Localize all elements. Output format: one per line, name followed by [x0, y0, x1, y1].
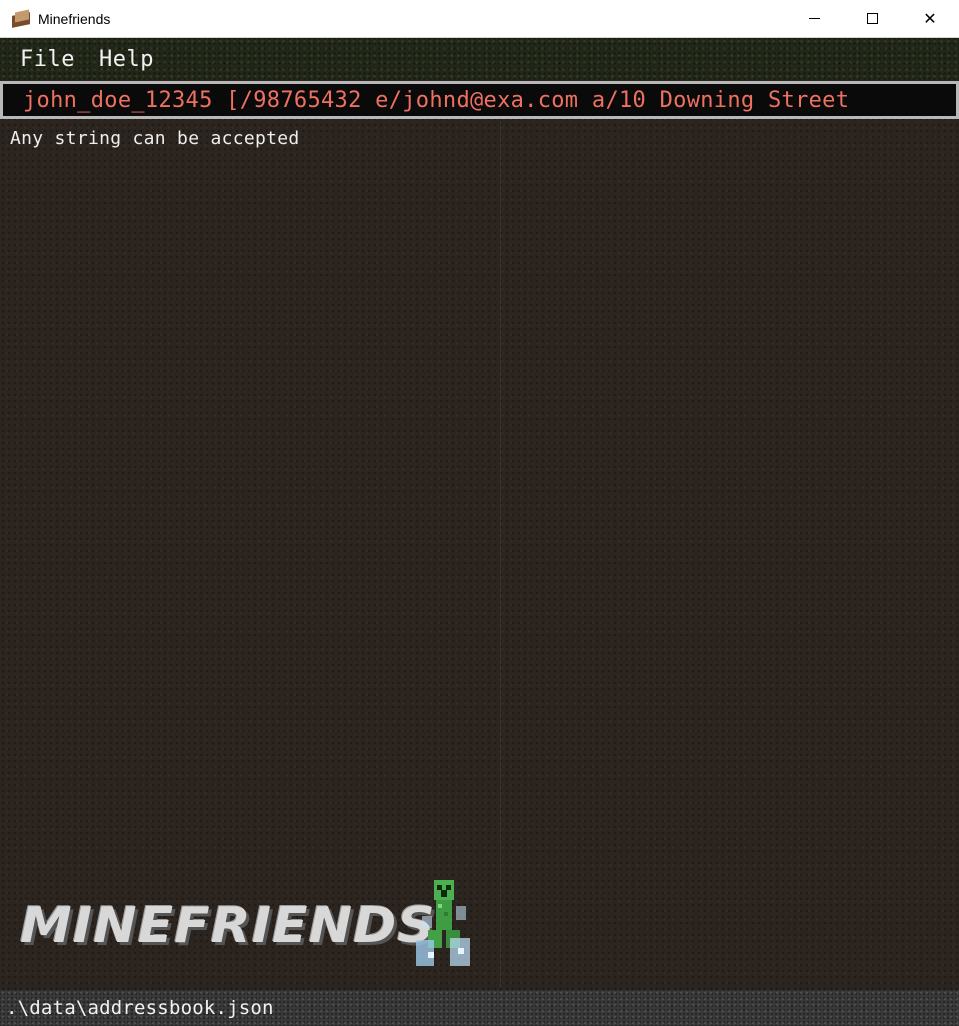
- result-message: Any string can be accepted: [10, 128, 300, 149]
- detail-panel: [501, 122, 959, 988]
- main-content: File Help Any string can be accepted MIN…: [0, 38, 959, 1026]
- minefriends-logo: MINEFRIENDS: [20, 897, 436, 955]
- app-window: Minefriends ✕ File Help Any string can b…: [0, 0, 959, 1026]
- save-location-path: .\data\addressbook.json: [6, 997, 274, 1019]
- command-input[interactable]: [23, 87, 956, 113]
- window-controls: ✕: [785, 0, 959, 38]
- minimize-icon: [808, 18, 820, 19]
- status-bar: .\data\addressbook.json: [0, 990, 959, 1026]
- maximize-button[interactable]: [843, 0, 901, 38]
- person-list-panel: [0, 122, 500, 988]
- menu-help[interactable]: Help: [87, 47, 166, 72]
- menu-bar: File Help: [0, 38, 959, 80]
- book-icon: [10, 8, 32, 30]
- minimize-button[interactable]: [785, 0, 843, 38]
- menu-file[interactable]: File: [0, 47, 87, 72]
- maximize-icon: [866, 13, 878, 24]
- close-button[interactable]: ✕: [901, 0, 959, 38]
- creeper-icon: [416, 880, 470, 966]
- close-icon: ✕: [923, 9, 937, 28]
- command-box: [0, 81, 959, 119]
- window-title: Minefriends: [38, 10, 111, 27]
- title-bar: Minefriends ✕: [0, 0, 959, 38]
